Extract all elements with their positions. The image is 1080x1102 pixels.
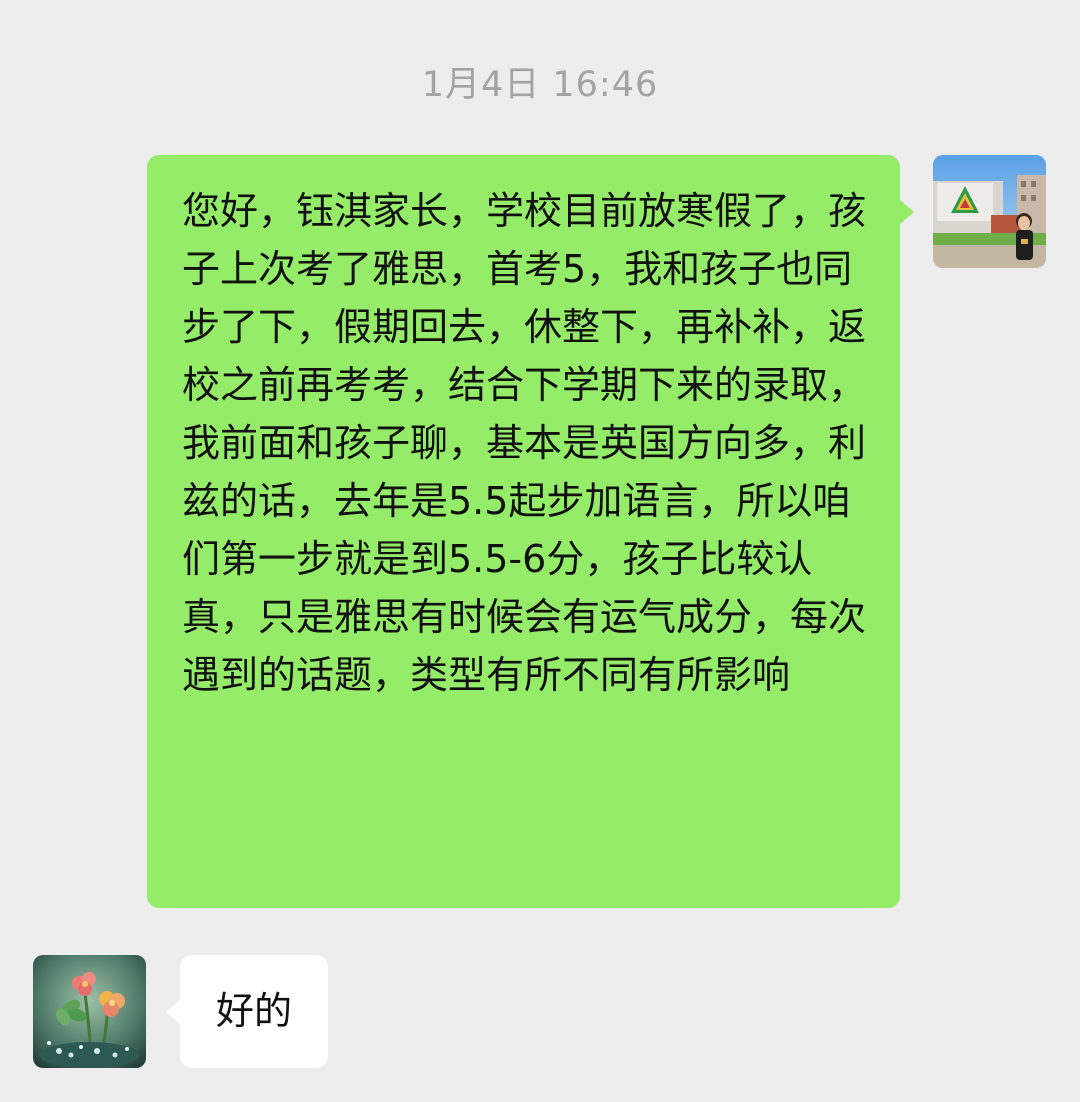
message-bubble-incoming[interactable]: 好的 — [165, 955, 329, 1068]
message-timestamp: 1月4日 16:46 — [421, 65, 659, 105]
chat-window: 1月4日 16:46 您好，钰淇家长，学校目前放寒假了，孩子上次考了雅思，首考5… — [0, 0, 1080, 1102]
school-photo-avatar-icon[interactable] — [933, 155, 1046, 268]
message-bubble-outgoing[interactable]: 您好，钰淇家长，学校目前放寒假了，孩子上次考了雅思，首考5，我和孩子也同步了下，… — [147, 155, 914, 908]
flower-avatar-icon[interactable] — [33, 955, 146, 1068]
